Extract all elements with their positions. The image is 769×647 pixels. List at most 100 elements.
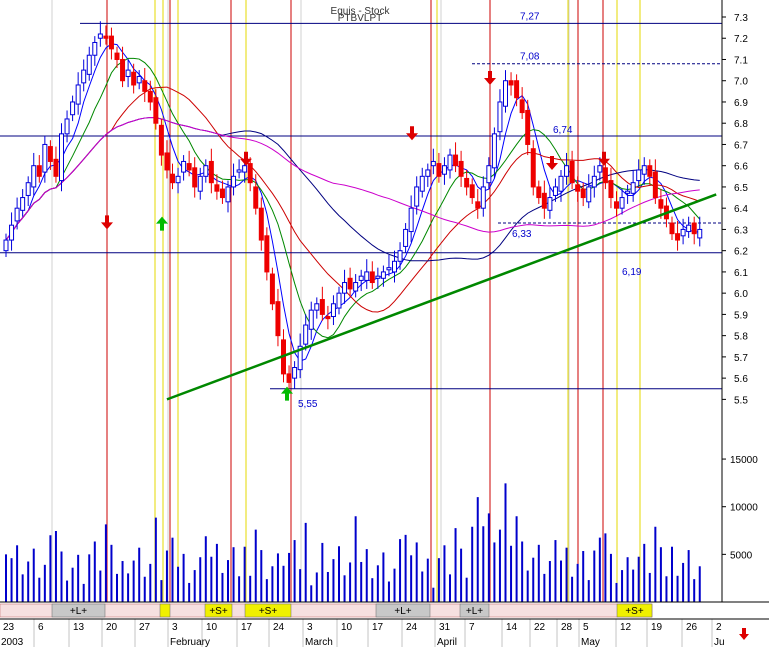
candle-body — [547, 197, 553, 211]
date-label-month: April — [437, 637, 457, 647]
date-label-day: 3 — [172, 622, 178, 633]
signal-band: +L+ +S+ +S+ +L+ +L+ +S+ — [0, 603, 653, 618]
price-tick-label: 6.1 — [734, 268, 748, 279]
candle-body — [647, 165, 653, 177]
candle-body — [25, 182, 31, 196]
candle-body — [541, 192, 547, 209]
candle-body — [397, 250, 403, 262]
candle-body — [408, 207, 414, 233]
candle-body — [591, 175, 597, 188]
date-label-day: 17 — [372, 622, 384, 633]
candle-body — [70, 101, 76, 116]
candle-body — [53, 158, 59, 177]
volume-tick-label: 10000 — [730, 503, 758, 514]
candle-body — [425, 169, 431, 177]
date-label-day: 10 — [206, 622, 218, 633]
candle-body — [491, 133, 497, 169]
price-tick-label: 7.0 — [734, 77, 748, 88]
candle-body — [303, 324, 309, 345]
candle-body — [286, 373, 292, 383]
candle-body — [652, 171, 658, 199]
candle-body — [458, 160, 464, 177]
date-label-day: 12 — [620, 622, 632, 633]
date-label-day: 14 — [506, 622, 518, 633]
candle-body — [175, 175, 181, 184]
candle-body — [242, 165, 248, 173]
candle-body — [614, 201, 619, 209]
candle-body — [219, 188, 225, 199]
candle-body — [636, 169, 642, 182]
date-label-day: 28 — [561, 622, 573, 633]
candle-body — [125, 69, 131, 77]
candle-body — [131, 71, 137, 86]
date-label-day: 31 — [439, 622, 451, 633]
date-label-day: 24 — [273, 622, 285, 633]
candle-body — [469, 184, 475, 199]
candle-body — [369, 271, 375, 284]
candle-body — [319, 299, 325, 315]
price-tick-label: 6.5 — [734, 183, 748, 194]
band-label: +L+ — [70, 606, 87, 617]
candle-body — [14, 207, 20, 222]
price-tick-label: 6.3 — [734, 225, 748, 236]
candle-body — [208, 160, 214, 184]
candle-body — [508, 80, 514, 86]
price-tick-label: 6.7 — [734, 140, 748, 151]
chart-title: Equis - Stock PTBVLPT — [331, 6, 391, 24]
candle-body — [602, 167, 608, 184]
candle-body — [20, 197, 26, 211]
candle-body — [358, 275, 364, 281]
date-label-day: 3 — [307, 622, 313, 633]
price-tick-label: 5.9 — [734, 310, 748, 321]
candle-body — [97, 33, 103, 39]
date-label-month: 2003 — [1, 637, 24, 647]
candle-body — [147, 90, 153, 103]
candle-body — [31, 165, 37, 188]
date-label-day: 10 — [341, 622, 353, 633]
price-annotation: 7,27 — [520, 11, 540, 22]
candle-body — [75, 84, 81, 105]
candle-body — [686, 224, 692, 233]
candle-body — [225, 186, 231, 203]
candle-body — [497, 101, 503, 133]
candle-body — [214, 184, 220, 192]
price-tick-label: 6.4 — [734, 204, 748, 215]
candle-body — [630, 182, 636, 194]
date-label-day: 5 — [583, 622, 589, 633]
candle-body — [436, 163, 442, 177]
candle-body — [475, 201, 481, 209]
candle-body — [675, 233, 681, 241]
candle-body — [42, 143, 48, 173]
candle-body — [552, 186, 558, 196]
candle-body — [59, 133, 64, 182]
date-label-day: 7 — [469, 622, 475, 633]
candle-body — [530, 148, 536, 188]
candle-body — [186, 163, 192, 171]
price-tick-label: 5.5 — [734, 395, 748, 406]
candle-body — [253, 186, 259, 209]
band-segment — [159, 603, 171, 618]
price-tick-label: 7.3 — [734, 13, 748, 24]
candle-body — [380, 271, 386, 279]
candle-body — [375, 275, 381, 279]
candle-body — [564, 165, 570, 177]
candle-body — [103, 35, 109, 39]
price-annotation: 7,08 — [520, 52, 540, 63]
stock-chart: 7,277,086,746,336,195,55 +L+ +S+ +S+ +L+ +L+… — [0, 0, 769, 647]
candle-body — [247, 163, 253, 184]
candle-body — [619, 197, 625, 209]
candle-body — [608, 180, 614, 199]
candle-body — [114, 52, 120, 60]
volume-tick-label: 15000 — [730, 455, 758, 466]
volume-tick-label: 5000 — [730, 550, 753, 561]
candle-body — [269, 273, 275, 305]
candle-body — [680, 228, 686, 237]
candle-body — [153, 97, 159, 124]
candle-body — [392, 260, 397, 273]
candle-body — [447, 154, 453, 171]
candle-body — [3, 239, 9, 252]
price-tick-label: 7.1 — [734, 55, 748, 66]
price-tick-label: 5.7 — [734, 353, 748, 364]
candle-body — [514, 80, 520, 99]
candle-body — [81, 69, 87, 84]
